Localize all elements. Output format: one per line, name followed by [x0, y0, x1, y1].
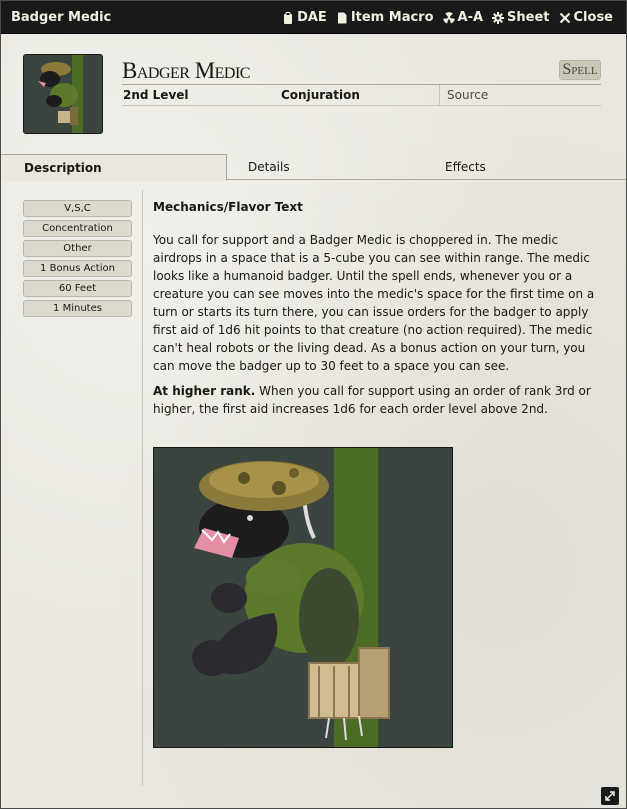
item-macro-button[interactable]: Item Macro	[336, 10, 434, 25]
file-icon	[337, 12, 347, 23]
automated-animations-label: A-A	[457, 10, 484, 25]
source-field[interactable]: Source	[440, 85, 601, 105]
spell-school: Conjuration	[280, 85, 440, 105]
tab-description[interactable]: Description	[1, 154, 227, 181]
item-sheet-window: Badger Medic DAE Item Macro A-A Sheet Cl…	[0, 0, 627, 809]
spell-level: 2nd Level	[123, 88, 189, 102]
property-range: 60 Feet	[23, 280, 132, 297]
property-activation: 1 Bonus Action	[23, 260, 132, 277]
property-concentration: Concentration	[23, 220, 132, 237]
automated-animations-button[interactable]: A-A	[442, 10, 484, 25]
resize-icon	[605, 791, 615, 801]
property-other: Other	[23, 240, 132, 257]
clipboard-icon	[284, 11, 293, 24]
sheet-config-label: Sheet	[507, 10, 550, 25]
item-portrait[interactable]	[23, 54, 103, 134]
header-buttons: DAE Item Macro A-A Sheet Close	[282, 10, 613, 25]
sheet-config-button[interactable]: Sheet	[492, 10, 550, 25]
badger-medic-artwork	[153, 447, 453, 748]
description-body: You call for support and a Badger Medic …	[153, 233, 595, 373]
badger-thumbnail-image	[24, 55, 102, 133]
property-duration: 1 Minutes	[23, 300, 132, 317]
sheet-tabs: Description Details Effects	[1, 154, 626, 181]
window-resize-handle[interactable]	[601, 787, 619, 805]
tab-details[interactable]: Details	[248, 154, 290, 180]
properties-sidebar: V,S,C Concentration Other 1 Bonus Action…	[23, 200, 132, 320]
summary-divider	[122, 105, 601, 106]
close-icon	[559, 12, 570, 23]
tab-effects[interactable]: Effects	[445, 154, 486, 180]
gear-icon	[492, 11, 505, 24]
dae-button[interactable]: DAE	[282, 10, 327, 25]
close-label: Close	[573, 10, 613, 25]
higher-rank-label: At higher rank.	[153, 384, 256, 398]
property-components: V,S,C	[23, 200, 132, 217]
item-macro-label: Item Macro	[350, 10, 434, 25]
item-summary: 2nd Level Conjuration Source	[122, 85, 601, 105]
higher-rank-paragraph: At higher rank. When you call for suppor…	[153, 382, 605, 418]
radiation-icon	[442, 11, 455, 23]
window-title: Badger Medic	[11, 10, 112, 25]
item-name[interactable]: Badger Medic	[122, 58, 542, 84]
item-type-badge: Spell	[559, 60, 601, 80]
description-editor[interactable]: Mechanics/Flavor Text You call for suppo…	[153, 198, 605, 425]
window-titlebar[interactable]: Badger Medic DAE Item Macro A-A Sheet Cl…	[1, 1, 626, 34]
description-heading: Mechanics/Flavor Text	[153, 200, 303, 214]
close-button[interactable]: Close	[559, 10, 613, 25]
sidebar-divider	[142, 190, 143, 786]
badger-medic-image	[154, 448, 452, 747]
dae-label: DAE	[297, 10, 327, 25]
